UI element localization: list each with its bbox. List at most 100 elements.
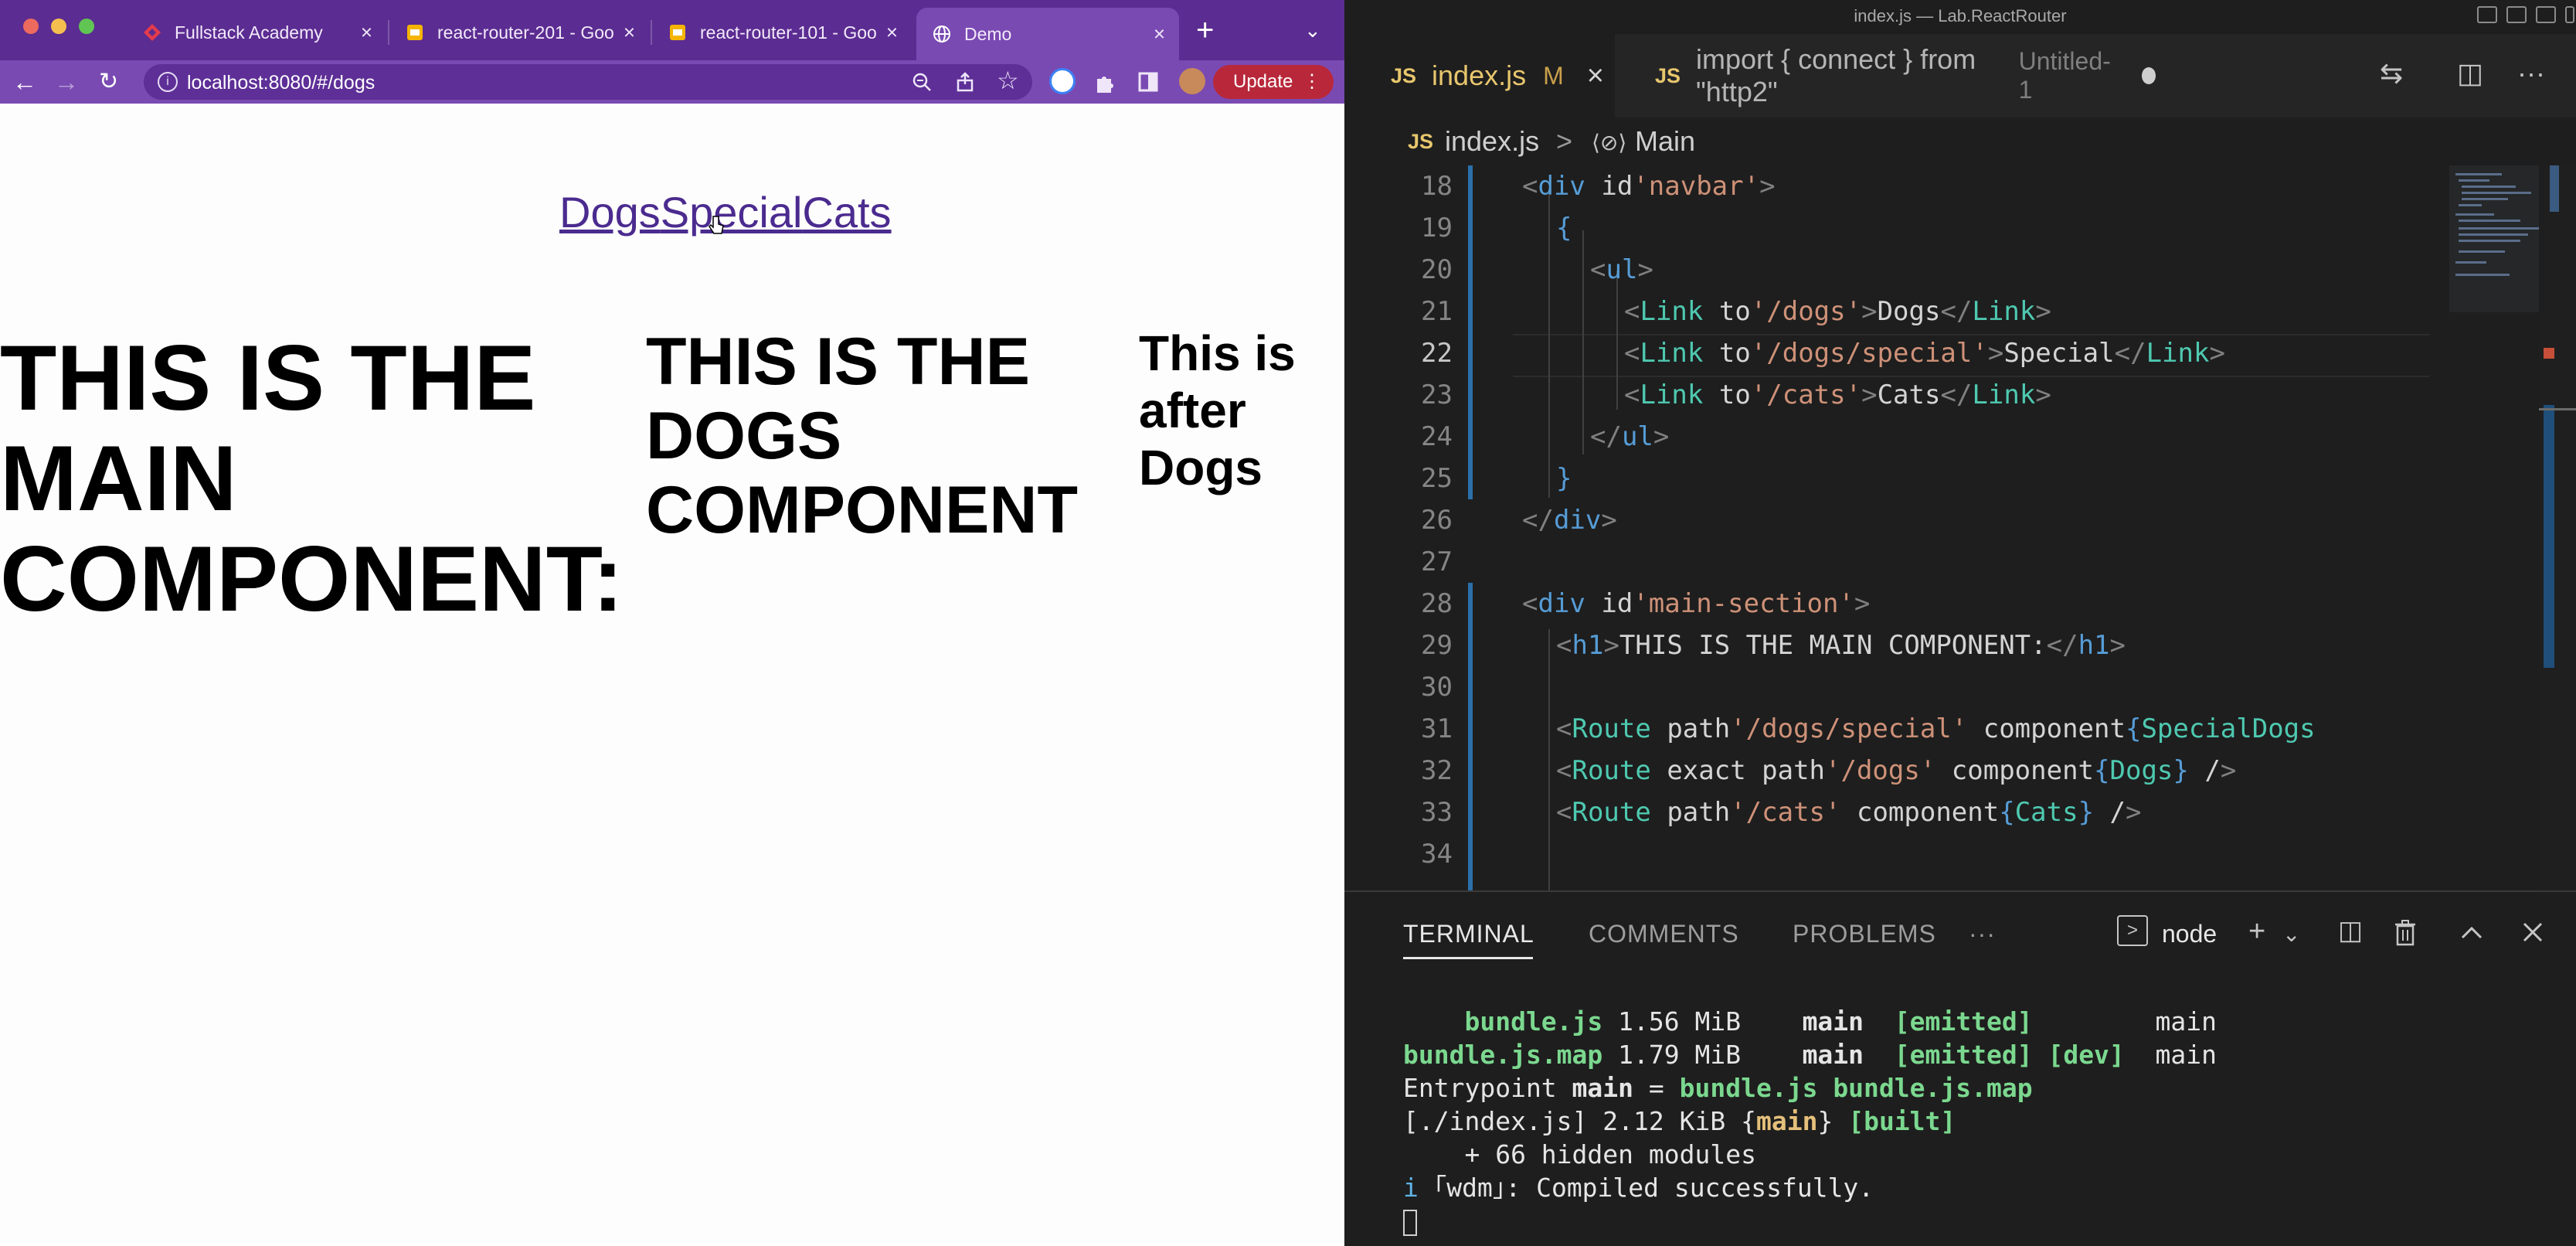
new-tab-button[interactable]: + (1196, 11, 1214, 49)
profile-avatar[interactable] (1179, 68, 1205, 94)
close-panel-icon[interactable] (2522, 921, 2544, 943)
git-modified-gutter (1468, 165, 1473, 499)
close-tab-icon[interactable]: × (886, 21, 898, 45)
line-number: 21 (1421, 296, 1453, 327)
nav-link-cats[interactable]: Cats (802, 188, 891, 237)
navbar: DogsSpecialCats (559, 187, 892, 237)
share-icon[interactable] (955, 72, 975, 92)
window-title: index.js — Lab.ReactRouter (1854, 6, 2067, 26)
terminal-shell-name[interactable]: node (2162, 920, 2217, 948)
maximize-window-button[interactable] (79, 19, 94, 34)
update-button[interactable]: Update ⋮ (1213, 65, 1334, 99)
terminal-shell-icon: > (2117, 915, 2148, 946)
editor-tab-index-js[interactable]: JS index.js M × (1344, 34, 1615, 117)
close-window-button[interactable] (23, 19, 39, 34)
editor-tab-description: Untitled-1 (2018, 47, 2111, 104)
line-number: 24 (1421, 421, 1453, 452)
editor-tab-label: import { connect } from "http2" (1696, 43, 1976, 107)
back-arrow-icon[interactable]: ← (12, 66, 37, 97)
new-terminal-icon[interactable]: + (2248, 915, 2265, 948)
terminal-line: [./index.js] 2.12 KiB {main} [built] (1403, 1106, 1956, 1136)
close-tab-icon[interactable]: × (1154, 22, 1165, 46)
line-number: 31 (1421, 713, 1453, 744)
browser-tab-fullstack[interactable]: Fullstack Academy × (127, 11, 386, 54)
nav-link-dogs[interactable]: Dogs (559, 188, 661, 237)
split-editor-icon[interactable]: ◫ (2457, 57, 2483, 90)
editor-scrollbar[interactable] (2539, 165, 2576, 890)
extension-compass-icon[interactable] (1049, 68, 1076, 94)
line-number: 23 (1421, 380, 1453, 410)
google-slides-favicon-icon (407, 25, 423, 40)
open-changes-icon[interactable]: ⇆ (2380, 57, 2403, 90)
maximize-panel-chevron-icon[interactable] (2460, 924, 2483, 940)
close-tab-icon[interactable]: × (361, 21, 372, 45)
js-file-icon: JS (1391, 63, 1417, 87)
panel-more-icon[interactable]: ··· (1969, 920, 1996, 948)
toggle-sidebar-icon[interactable] (2477, 6, 2497, 23)
reload-icon[interactable]: ↻ (99, 66, 118, 97)
browser-tab-react-router-201[interactable]: react-router-201 - Goo × (389, 11, 649, 54)
main-component-heading: THIS IS THE MAIN COMPONENT: (0, 326, 624, 631)
browser-tab-bar: Fullstack Academy × react-router-201 - G… (0, 0, 1344, 60)
code-text: { (1556, 213, 1572, 243)
address-bar[interactable]: i localhost:8080/#/dogs ☆ (144, 64, 1032, 100)
terminal-line: bundle.js 1.56 MiB main [emitted] main (1403, 1006, 2217, 1037)
trash-icon[interactable] (2394, 920, 2417, 946)
line-number: 22 (1421, 338, 1453, 369)
tab-problems[interactable]: PROBLEMS (1793, 920, 1936, 948)
browser-toolbar: ← → ↻ i localhost:8080/#/dogs ☆ Update ⋮ (0, 60, 1344, 104)
browser-tab-demo[interactable]: Demo × (916, 8, 1179, 60)
line-number: 27 (1421, 546, 1453, 577)
chevron-down-icon[interactable]: ⌄ (2282, 921, 2300, 947)
more-actions-icon[interactable]: ··· (2517, 57, 2545, 90)
terminal-output[interactable]: bundle.js 1.56 MiB main [emitted] main b… (1403, 1005, 2217, 1237)
tab-label: react-router-101 - Goo (700, 22, 877, 43)
close-tab-icon[interactable]: × (624, 21, 635, 45)
browser-menu-icon[interactable]: ⋮ (1303, 65, 1321, 99)
breadcrumb-file[interactable]: index.js (1445, 125, 1539, 158)
git-modified-gutter (1468, 583, 1473, 890)
code-editor[interactable]: 18 <div id'navbar'> 19 {20 <ul> 21 <Link to'/d… (1344, 165, 2576, 890)
tab-comments[interactable]: COMMENTS (1589, 920, 1739, 948)
url-text[interactable]: localhost:8080/#/dogs (187, 72, 375, 94)
tab-terminal[interactable]: TERMINAL (1403, 920, 1534, 948)
code-text: <Link to'/cats'>Cats</Link> (1624, 380, 2051, 410)
extensions-puzzle-icon[interactable] (1093, 71, 1116, 94)
js-file-icon: JS (1655, 63, 1681, 87)
nav-link-special[interactable]: Special (661, 188, 803, 237)
code-text: <div id'main-section'> (1522, 588, 1871, 619)
terminal-line: Entrypoint main = bundle.js bundle.js.ma… (1403, 1073, 2033, 1103)
code-text: <Link to'/dogs'>Dogs</Link> (1624, 296, 2051, 327)
vscode-titlebar: index.js — Lab.ReactRouter (1344, 0, 2576, 34)
globe-icon (933, 26, 950, 43)
editor-tabs: JS index.js M × JS import { connect } fr… (1344, 34, 2576, 117)
editor-tab-untitled-1[interactable]: JS import { connect } from "http2" Untit… (1615, 34, 2156, 117)
split-terminal-icon[interactable]: ◫ (2338, 915, 2363, 946)
side-panel-icon[interactable] (1137, 71, 1159, 93)
unsaved-dot-icon[interactable] (2141, 67, 2156, 84)
code-text: <Link to'/dogs/special'>Special</Link> (1624, 338, 2225, 369)
close-tab-icon[interactable]: × (1587, 60, 1604, 93)
browser-window: Fullstack Academy × react-router-201 - G… (0, 0, 1344, 1244)
tab-search-chevron-icon[interactable]: ⌄ (1304, 19, 1321, 43)
toggle-panel-icon[interactable] (2506, 6, 2527, 23)
modified-indicator: M (1543, 61, 1564, 90)
breadcrumb-separator: > (1556, 125, 1573, 157)
breadcrumb-symbol[interactable]: Main (1635, 125, 1695, 158)
code-text: </div> (1522, 505, 1617, 536)
line-number: 29 (1421, 630, 1453, 661)
update-label: Update (1233, 71, 1293, 92)
customize-layout-icon[interactable] (2565, 6, 2574, 23)
code-text: <Route path'/cats' component{Cats} /> (1556, 797, 2142, 828)
site-info-icon[interactable]: i (158, 72, 178, 92)
terminal-line: bundle.js.map 1.79 MiB main [emitted] [d… (1403, 1040, 2217, 1070)
vscode-window: index.js — Lab.ReactRouter JS index.js M… (1344, 0, 2576, 1246)
line-number: 28 (1421, 588, 1453, 619)
minimize-window-button[interactable] (51, 19, 66, 34)
bookmark-star-icon[interactable]: ☆ (997, 66, 1019, 95)
toggle-secondary-sidebar-icon[interactable] (2536, 6, 2556, 23)
zoom-icon[interactable] (912, 72, 932, 92)
code-text: } (1556, 463, 1572, 494)
browser-tab-react-router-101[interactable]: react-router-101 - Goo × (652, 11, 912, 54)
forward-arrow-icon[interactable]: → (54, 66, 79, 97)
